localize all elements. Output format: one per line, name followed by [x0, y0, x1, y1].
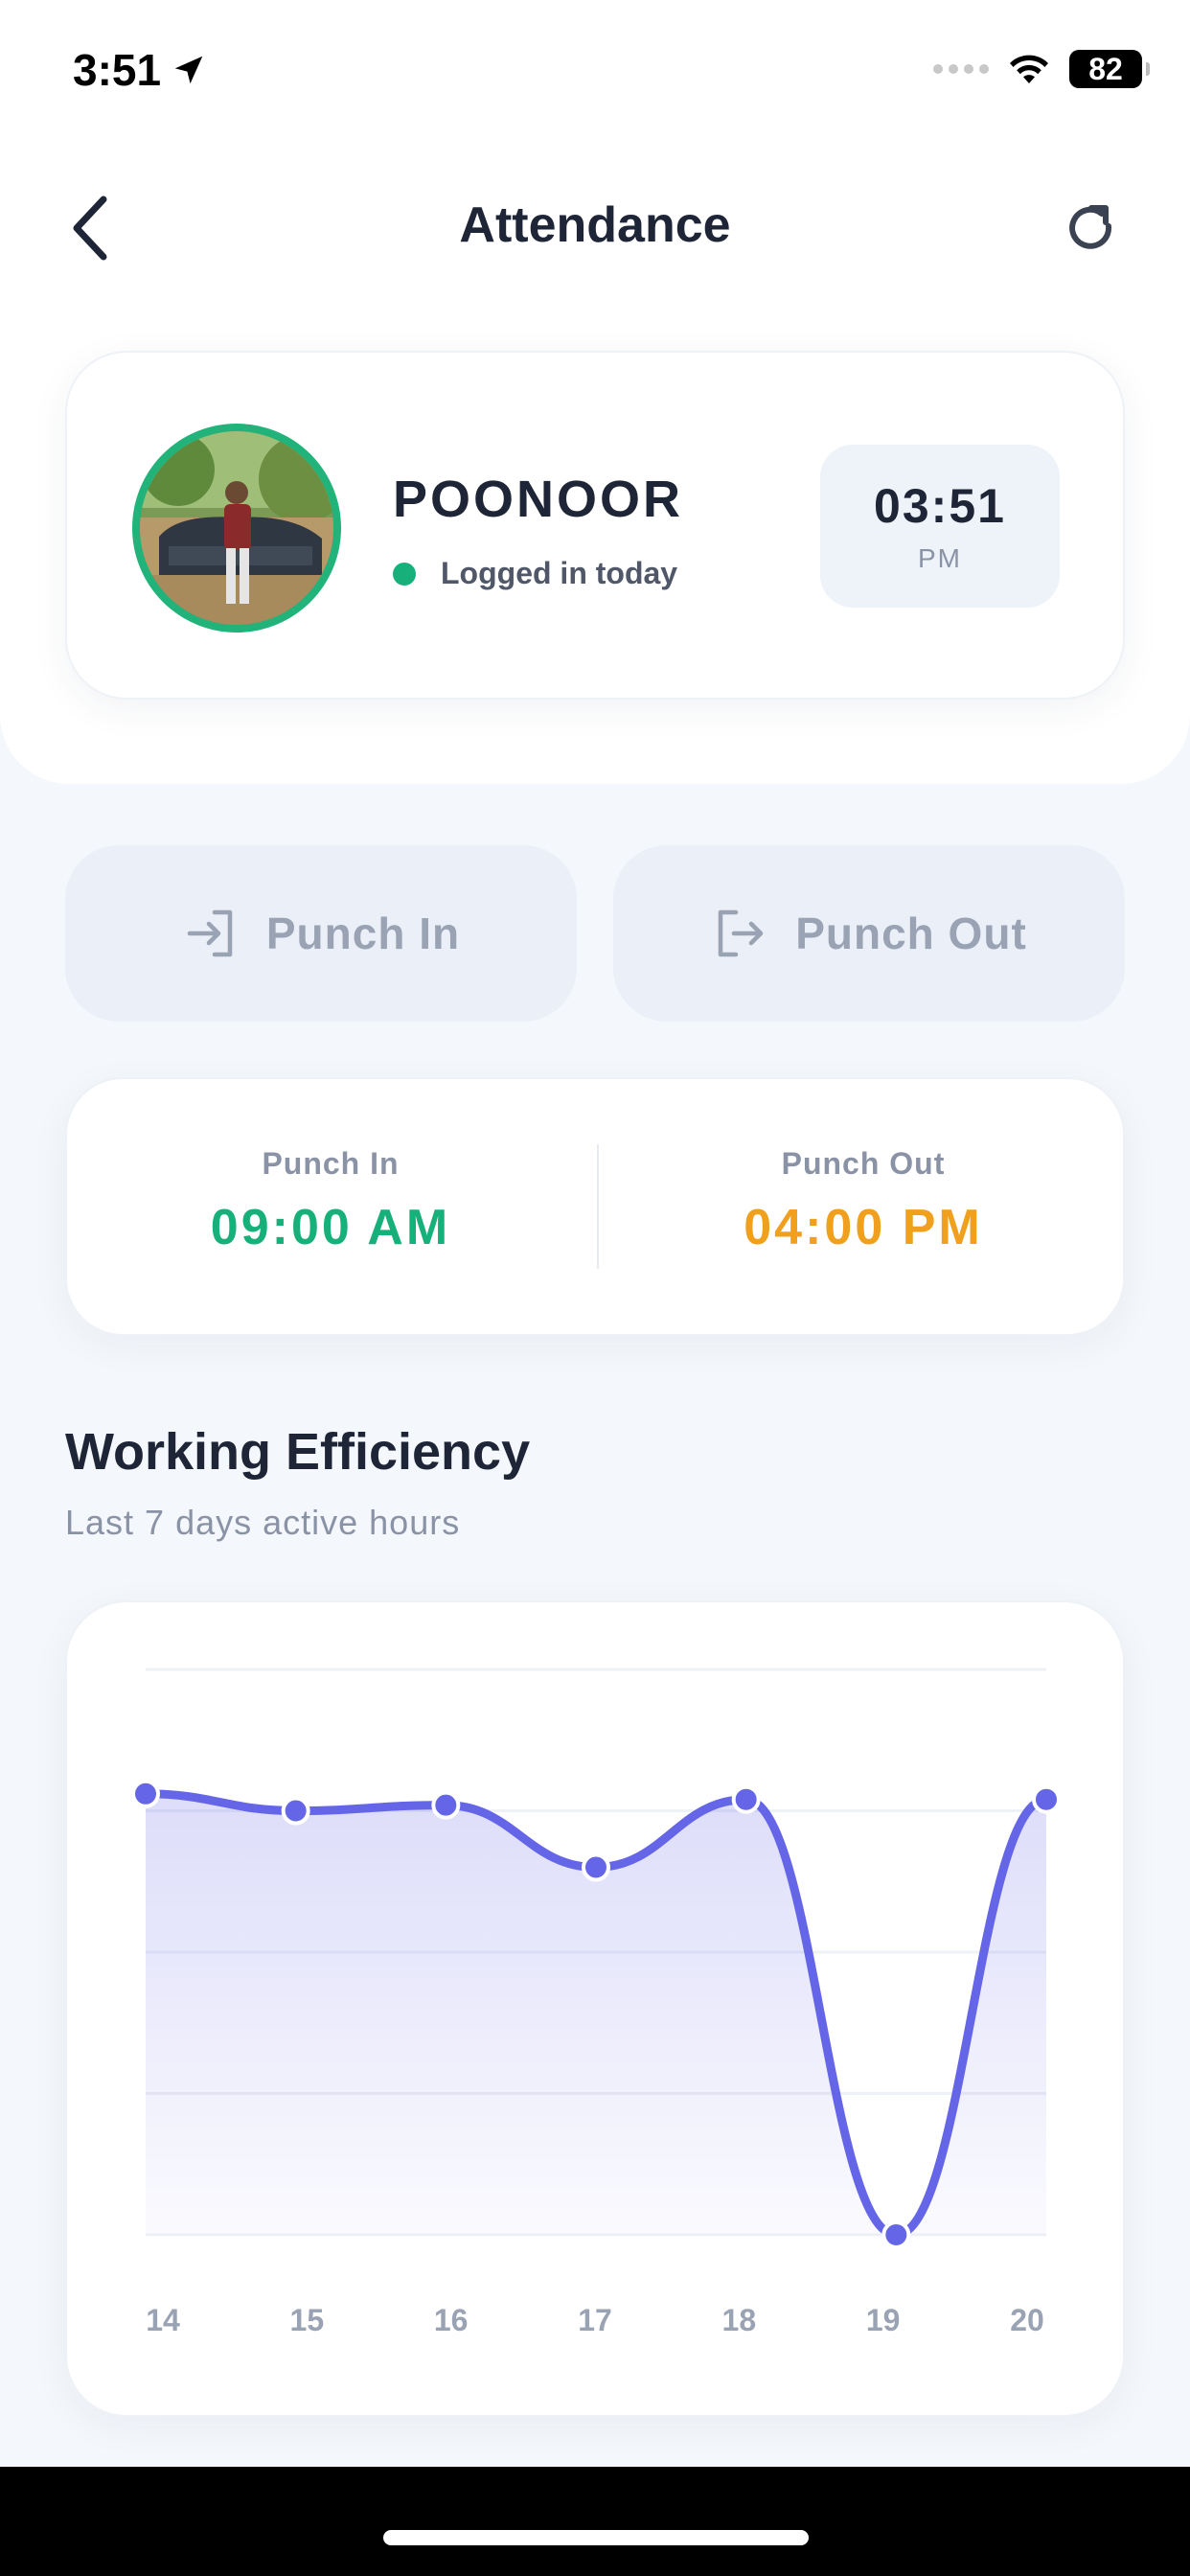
punch-out-summary: Punch Out 04:00 PM — [600, 1146, 1127, 1256]
chart-point-14[interactable] — [131, 1779, 160, 1808]
profile-card: POONOOR Logged in today 03:51 PM — [65, 351, 1125, 700]
location-arrow-icon — [174, 56, 203, 84]
chart-x-tick-label: 16 — [434, 2303, 469, 2337]
punch-times-card: Punch In 09:00 AM Punch Out 04:00 PM — [65, 1077, 1125, 1336]
punch-in-time-label: Punch In — [262, 1146, 400, 1181]
status-bar-right: 82 — [933, 50, 1150, 88]
punch-in-label: Punch In — [265, 908, 461, 958]
punch-out-label: Punch Out — [795, 908, 1027, 958]
chart-point-17[interactable] — [582, 1852, 610, 1882]
chart-point-20[interactable] — [1032, 1784, 1061, 1814]
avatar-photo — [140, 431, 333, 625]
current-time-ampm: PM — [918, 543, 962, 573]
online-status-dot — [393, 562, 416, 586]
punch-out-time-label: Punch Out — [781, 1146, 946, 1181]
chart-point-16[interactable] — [431, 1790, 461, 1820]
bottom-safe-area — [0, 2467, 1190, 2576]
chart-point-19[interactable] — [881, 2220, 911, 2249]
current-time-box: 03:51 PM — [820, 445, 1060, 608]
user-name: POONOOR — [393, 471, 684, 528]
efficiency-chart-card: 14 15 16 17 18 19 20 — [65, 1600, 1125, 2417]
refresh-icon[interactable] — [1060, 197, 1121, 259]
battery-icon: 82 — [1069, 50, 1150, 88]
efficiency-chart: 14 15 16 17 18 19 20 — [131, 1668, 1061, 2337]
login-icon — [187, 909, 233, 957]
chart-x-tick-label: 19 — [866, 2303, 901, 2337]
current-time: 03:51 — [874, 479, 1006, 533]
punch-in-summary: Punch In 09:00 AM — [67, 1146, 594, 1256]
punch-out-button[interactable]: Punch Out — [613, 845, 1125, 1022]
status-bar-time: 3:51 — [73, 44, 207, 96]
punch-in-button[interactable]: Punch In — [65, 845, 577, 1022]
chart-x-tick-label: 17 — [578, 2303, 612, 2337]
page-title: Attendance — [459, 197, 731, 253]
punch-in-time-value: 09:00 AM — [210, 1200, 451, 1255]
chart-x-tick-label: 15 — [290, 2303, 325, 2337]
times-divider — [597, 1144, 599, 1269]
chart-point-15[interactable] — [281, 1796, 310, 1826]
chart-x-tick-label: 14 — [146, 2303, 180, 2337]
logout-icon — [718, 909, 764, 957]
status-time-text: 3:51 — [73, 45, 162, 95]
chart-point-18[interactable] — [731, 1784, 761, 1814]
login-status: Logged in today — [393, 556, 677, 591]
cellular-signal-icon — [933, 64, 989, 74]
login-status-text: Logged in today — [441, 556, 678, 590]
chart-x-tick-label: 18 — [722, 2303, 757, 2337]
section-subtitle: Last 7 days active hours — [65, 1503, 461, 1542]
section-title: Working Efficiency — [65, 1423, 531, 1481]
chart-x-tick-label: 20 — [1010, 2303, 1044, 2337]
wifi-icon — [1010, 55, 1048, 83]
home-indicator[interactable] — [383, 2530, 809, 2545]
avatar — [132, 424, 341, 632]
battery-level: 82 — [1088, 51, 1123, 86]
punch-out-time-value: 04:00 PM — [744, 1200, 983, 1255]
